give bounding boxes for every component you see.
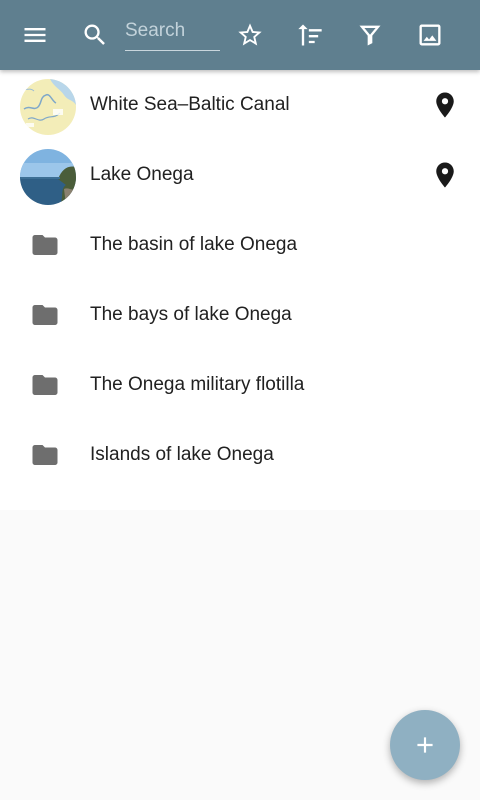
- list-item[interactable]: The Onega military flotilla: [0, 350, 480, 420]
- list-item[interactable]: Lake Onega: [0, 140, 480, 210]
- toolbar: [0, 0, 480, 70]
- pin-button[interactable]: [430, 160, 460, 190]
- location-pin-icon: [436, 162, 454, 188]
- location-pin-icon: [436, 92, 454, 118]
- menu-button[interactable]: [15, 15, 55, 55]
- list-item-label: The Onega military flotilla: [90, 374, 305, 395]
- filter-button[interactable]: [350, 15, 390, 55]
- search-button[interactable]: [75, 15, 115, 55]
- folder-icon: [28, 370, 62, 400]
- list-item[interactable]: White Sea–Baltic Canal: [0, 70, 480, 140]
- image-icon: [419, 24, 441, 46]
- star-outline-icon: [238, 23, 262, 46]
- sort-icon: [298, 24, 322, 46]
- filter-icon: [359, 25, 381, 46]
- item-list: White Sea–Baltic Canal Lake Onega The ba…: [0, 70, 480, 510]
- list-item[interactable]: Islands of lake Onega: [0, 420, 480, 490]
- folder-icon: [28, 440, 62, 470]
- list-item-label: The basin of lake Onega: [90, 234, 298, 255]
- pin-button[interactable]: [430, 90, 460, 120]
- search-input[interactable]: [125, 14, 220, 48]
- sort-button[interactable]: [290, 15, 330, 55]
- map-thumbnail: [20, 79, 76, 135]
- list-item-label: White Sea–Baltic Canal: [90, 94, 290, 115]
- add-button[interactable]: [390, 710, 460, 780]
- search-field[interactable]: [125, 14, 220, 51]
- folder-icon: [28, 300, 62, 330]
- list-item[interactable]: The basin of lake Onega: [0, 210, 480, 280]
- folder-icon: [28, 230, 62, 260]
- lake-photo-thumbnail: [20, 149, 76, 205]
- list-item-label: Islands of lake Onega: [90, 444, 274, 465]
- image-button[interactable]: [410, 15, 450, 55]
- list-item[interactable]: The bays of lake Onega: [0, 280, 480, 350]
- list-item-label: The bays of lake Onega: [90, 304, 292, 325]
- plus-icon: [417, 737, 433, 753]
- menu-icon: [24, 28, 46, 42]
- favorites-button[interactable]: [230, 15, 270, 55]
- search-icon: [84, 24, 105, 45]
- list-item-label: Lake Onega: [90, 164, 194, 185]
